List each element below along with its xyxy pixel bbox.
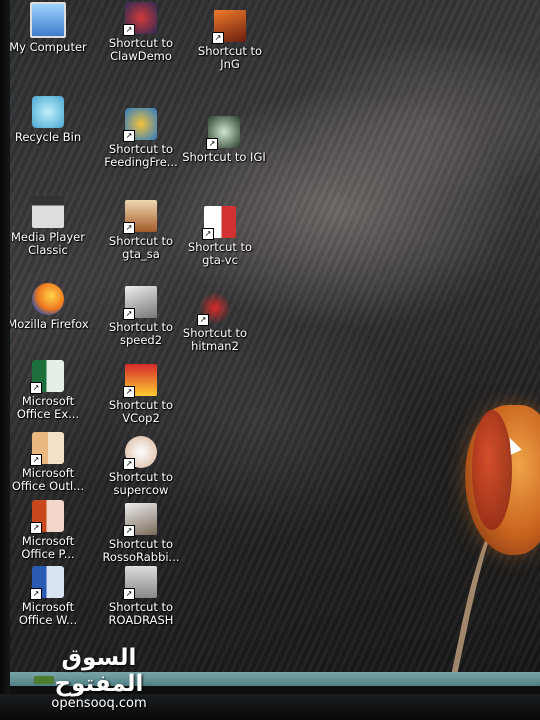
desktop-icon-label: Shortcut to JnG — [197, 44, 263, 71]
monitor-bezel-left — [0, 0, 10, 720]
desktop-icon-label: My Computer — [10, 40, 87, 54]
desktop-icon-igi[interactable]: ↗ Shortcut to IGI — [176, 116, 272, 164]
feedingfrenzy-icon: ↗ — [123, 108, 157, 142]
powerpoint-icon: ↗ — [30, 500, 64, 534]
rossorabbit-icon: ↗ — [123, 503, 157, 537]
clawdemo-icon: ↗ — [123, 2, 157, 36]
recycle-bin-icon — [32, 96, 64, 128]
opensooq-watermark: السوق المفتوح opensooq.com — [24, 645, 174, 711]
watermark-arabic-text: السوق المفتوح — [54, 645, 144, 697]
desktop-icon-label: Microsoft Office P... — [21, 534, 75, 561]
desktop-icon-label: Mozilla Firefox — [10, 317, 89, 331]
speed2-icon: ↗ — [123, 286, 157, 320]
desktop-icon-outlook[interactable]: ↗ Microsoft Office Outl... — [10, 432, 96, 493]
gta-vc-icon: ↗ — [202, 206, 236, 240]
vcop2-icon: ↗ — [123, 364, 157, 398]
gta-sa-icon: ↗ — [123, 200, 157, 234]
hitman2-icon: ↗ — [197, 292, 231, 326]
desktop-icon-label: Shortcut to gta-vc — [187, 240, 253, 267]
roadrash-icon: ↗ — [123, 566, 157, 600]
desktop-icon-media-player-classic[interactable]: Media Player Classic — [10, 196, 96, 257]
desktop-icon-supercow[interactable]: ↗ Shortcut to supercow — [93, 436, 189, 497]
desktop-icon-clawdemo[interactable]: ↗ Shortcut to ClawDemo — [93, 2, 189, 63]
desktop-icon-label: Shortcut to hitman2 — [182, 326, 248, 353]
desktop-icon-rossorabbit[interactable]: ↗ Shortcut to RossoRabbi... — [93, 503, 189, 564]
desktop-icon-label: Media Player Classic — [11, 230, 85, 257]
desktop-icon-label: Shortcut to IGI — [182, 150, 266, 164]
jng-icon: ↗ — [212, 10, 246, 44]
desktop-icon-word[interactable]: ↗ Microsoft Office W... — [10, 566, 96, 627]
desktop-icon-excel[interactable]: ↗ Microsoft Office Ex... — [10, 360, 96, 421]
desktop-icon-label: Microsoft Office W... — [18, 600, 78, 627]
desktop-icon-hitman2[interactable]: ↗ Shortcut to hitman2 — [167, 292, 263, 353]
desktop-icon-vcop2[interactable]: ↗ Shortcut to VCop2 — [93, 364, 189, 425]
desktop-icon-mozilla-firefox[interactable]: Mozilla Firefox — [10, 283, 96, 331]
my-computer-icon — [30, 2, 66, 38]
outlook-icon: ↗ — [30, 432, 64, 466]
desktop: My Computer Recycle Bin Media Player Cla… — [10, 0, 540, 686]
media-player-icon — [32, 196, 64, 228]
desktop-icon-powerpoint[interactable]: ↗ Microsoft Office P... — [10, 500, 96, 561]
desktop-icon-label: Microsoft Office Outl... — [11, 466, 85, 493]
desktop-icon-roadrash[interactable]: ↗ Shortcut to ROADRASH — [93, 566, 189, 627]
word-icon: ↗ — [30, 566, 64, 600]
desktop-icon-label: Shortcut to FeedingFre... — [104, 142, 178, 169]
desktop-icon-recycle-bin[interactable]: Recycle Bin — [10, 96, 96, 144]
desktop-icon-label: Shortcut to supercow — [108, 470, 174, 497]
desktop-icon-label: Shortcut to VCop2 — [108, 398, 174, 425]
desktop-icon-gta-vc[interactable]: ↗ Shortcut to gta-vc — [172, 206, 268, 267]
wallpaper-tulip-petal — [472, 410, 512, 530]
igi-icon: ↗ — [206, 116, 240, 150]
desktop-icon-jng[interactable]: ↗ Shortcut to JnG — [182, 10, 278, 71]
desktop-icon-label: Microsoft Office Ex... — [16, 394, 80, 421]
desktop-icon-my-computer[interactable]: My Computer — [10, 2, 96, 54]
firefox-icon — [32, 283, 64, 315]
desktop-icon-label: Shortcut to ClawDemo — [108, 36, 174, 63]
watermark-latin-text: opensooq.com — [51, 696, 147, 711]
desktop-icon-label: Shortcut to RossoRabbi... — [102, 537, 180, 564]
supercow-icon: ↗ — [123, 436, 157, 470]
desktop-icon-label: Shortcut to ROADRASH — [108, 600, 174, 627]
desktop-icon-feedingfrenzy[interactable]: ↗ Shortcut to FeedingFre... — [93, 108, 189, 169]
excel-icon: ↗ — [30, 360, 64, 394]
desktop-icon-label: Recycle Bin — [14, 130, 82, 144]
